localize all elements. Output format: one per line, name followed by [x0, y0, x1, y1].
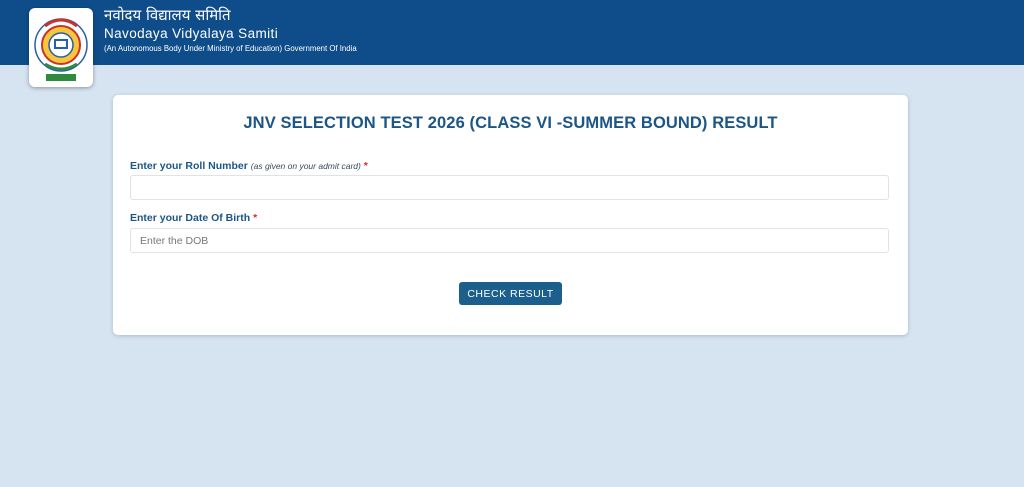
result-form-card: JNV SELECTION TEST 2026 (CLASS VI -SUMME… [113, 95, 908, 335]
dob-label-text: Enter your Date Of Birth [130, 212, 251, 224]
site-header: नवोदय विद्यालय समिति Navodaya Vidyalaya … [0, 0, 1024, 87]
roll-number-label: Enter your Roll Number (as given on your… [130, 160, 368, 172]
hindi-org-name: नवोदय विद्यालय समिति [104, 6, 231, 24]
dob-required-mark: * [253, 212, 258, 224]
roll-number-required-mark: * [363, 160, 368, 172]
dob-label: Enter your Date Of Birth * [130, 212, 257, 224]
roll-number-label-text: Enter your Roll Number [130, 160, 248, 172]
page-title: JNV SELECTION TEST 2026 (CLASS VI -SUMME… [243, 114, 778, 132]
roll-number-hint: (as given on your admit card) [250, 161, 361, 171]
org-subtitle: (An Autonomous Body Under Ministry of Ed… [104, 44, 357, 53]
english-org-name: Navodaya Vidyalaya Samiti [104, 26, 279, 41]
nvs-emblem-icon [34, 17, 88, 81]
nvs-logo[interactable] [29, 8, 93, 87]
roll-number-input[interactable] [130, 175, 889, 200]
check-result-button[interactable]: CHECK RESULT [459, 282, 562, 305]
header-text-block: नवोदय विद्यालय समिति Navodaya Vidyalaya … [104, 5, 357, 55]
dob-input[interactable] [130, 228, 889, 253]
